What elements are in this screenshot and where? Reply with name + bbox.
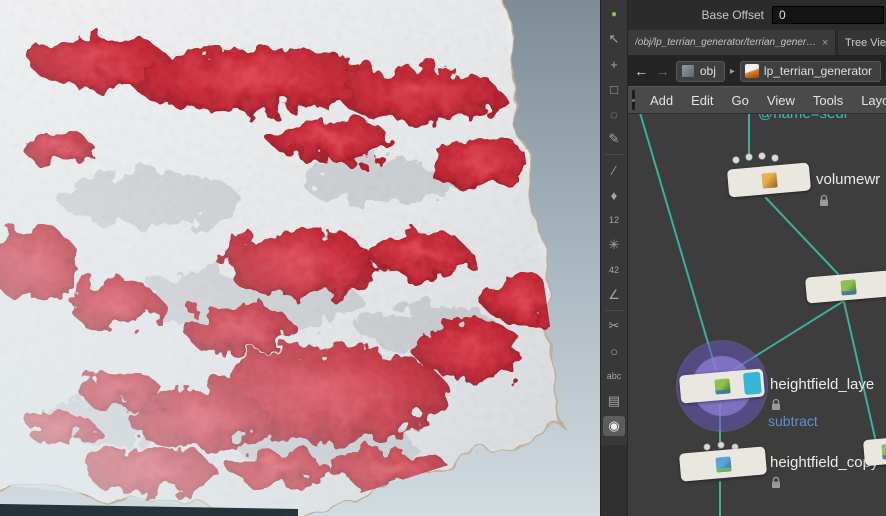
- heightfield-copy-icon: [714, 455, 732, 473]
- network-editor[interactable]: @name=sedi volumewr heightfield_: [628, 114, 886, 516]
- base-offset-input[interactable]: [772, 6, 884, 24]
- toolbar-divider: [605, 310, 623, 311]
- toolbar-divider: [605, 154, 623, 155]
- keyframe-12-icon[interactable]: 12: [603, 210, 625, 230]
- terrain-node-icon: [744, 64, 759, 78]
- knife-icon[interactable]: ∕: [603, 160, 625, 180]
- pane-tab-handle[interactable]: [632, 90, 635, 110]
- brush-icon[interactable]: ✎: [603, 129, 625, 149]
- lock-icon[interactable]: [770, 398, 782, 411]
- pane-tabbar: /obj/lp_terrian_generator/terrian_genera…: [628, 30, 886, 56]
- keyframe-42-icon[interactable]: 42: [603, 260, 625, 280]
- lighting-icon[interactable]: ◉: [603, 416, 625, 436]
- node-volumewrangle-label: volumewr: [816, 171, 881, 188]
- viewport-toolbar: ● ↖ + □ ◌ ✎ ∕ ♦ 12 ✳ 42 ∠ ✂ ○ abc ▤ ◉: [600, 0, 628, 516]
- visualizer-icon[interactable]: ○: [603, 341, 625, 361]
- menu-tools[interactable]: Tools: [804, 93, 852, 108]
- forward-arrow-icon[interactable]: →: [654, 63, 670, 79]
- breadcrumb-obj-label: obj: [699, 64, 716, 78]
- network-pane: Base Offset /obj/lp_terrian_generator/te…: [628, 0, 886, 516]
- eyedropper-icon[interactable]: ♦: [603, 185, 625, 205]
- breadcrumb-separator-icon: ▸: [729, 65, 735, 77]
- annotation-name-sediment: @name=sedi: [758, 114, 847, 122]
- snapshot-icon[interactable]: ▤: [603, 391, 625, 411]
- houdini-window: ● ↖ + □ ◌ ✎ ∕ ♦ 12 ✳ 42 ∠ ✂ ○ abc ▤ ◉ Ba…: [0, 0, 886, 516]
- lock-icon[interactable]: [770, 476, 782, 489]
- handle-icon[interactable]: ●: [603, 4, 625, 24]
- breadcrumb-current-label: lp_terrian_generator: [763, 64, 872, 78]
- breadcrumb-current[interactable]: lp_terrian_generator: [739, 60, 881, 82]
- tab-path-label: /obj/lp_terrian_generator/terrian_genera…: [635, 37, 817, 48]
- viewport-3d[interactable]: [0, 0, 600, 516]
- display-flag[interactable]: [742, 371, 762, 396]
- menu-go[interactable]: Go: [723, 93, 758, 108]
- text-abc-icon[interactable]: abc: [603, 366, 625, 386]
- menu-layout[interactable]: Layout: [852, 93, 886, 108]
- node-partial-right[interactable]: [862, 435, 886, 467]
- tab-tree-label: Tree Vie: [845, 36, 886, 49]
- path-bar: ← → obj ▸ lp_terrian_generator: [628, 56, 886, 86]
- sculpt-icon[interactable]: ✳: [603, 235, 625, 255]
- menu-view[interactable]: View: [758, 93, 804, 108]
- scissors-icon[interactable]: ✂: [603, 316, 625, 336]
- node-heightfield-copy-label: heightfield_copy: [770, 454, 879, 471]
- heightfield-icon: [880, 442, 886, 460]
- toolbar-filler: [601, 445, 627, 516]
- menu-add[interactable]: Add: [641, 93, 682, 108]
- obj-network-icon: [680, 64, 695, 78]
- select-arrow-icon[interactable]: ↖: [603, 29, 625, 49]
- heightfield-layer-icon: [713, 377, 731, 395]
- lasso-select-icon[interactable]: ◌: [603, 104, 625, 124]
- terrain-render: [0, 0, 600, 516]
- lock-icon[interactable]: [818, 194, 830, 207]
- node-heightfield-layer-label: heightfield_laye: [770, 376, 875, 393]
- parameter-row: Base Offset: [628, 0, 886, 30]
- tab-tree-view[interactable]: Tree Vie: [837, 30, 886, 55]
- base-offset-label: Base Offset: [701, 8, 764, 22]
- layer-mode-label: subtract: [768, 413, 818, 429]
- tab-network-path[interactable]: /obj/lp_terrian_generator/terrian_genera…: [628, 30, 837, 55]
- move-tool-icon[interactable]: +: [603, 54, 625, 74]
- box-select-icon[interactable]: □: [603, 79, 625, 99]
- menu-edit[interactable]: Edit: [682, 93, 722, 108]
- angle-measure-icon[interactable]: ∠: [603, 285, 625, 305]
- close-icon[interactable]: ×: [822, 37, 828, 49]
- breadcrumb-obj[interactable]: obj: [675, 60, 725, 82]
- network-menubar: Add Edit Go View Tools Layout: [628, 86, 886, 114]
- back-arrow-icon[interactable]: ←: [633, 63, 649, 79]
- wrangle-icon: [760, 171, 778, 189]
- heightfield-icon: [839, 278, 857, 296]
